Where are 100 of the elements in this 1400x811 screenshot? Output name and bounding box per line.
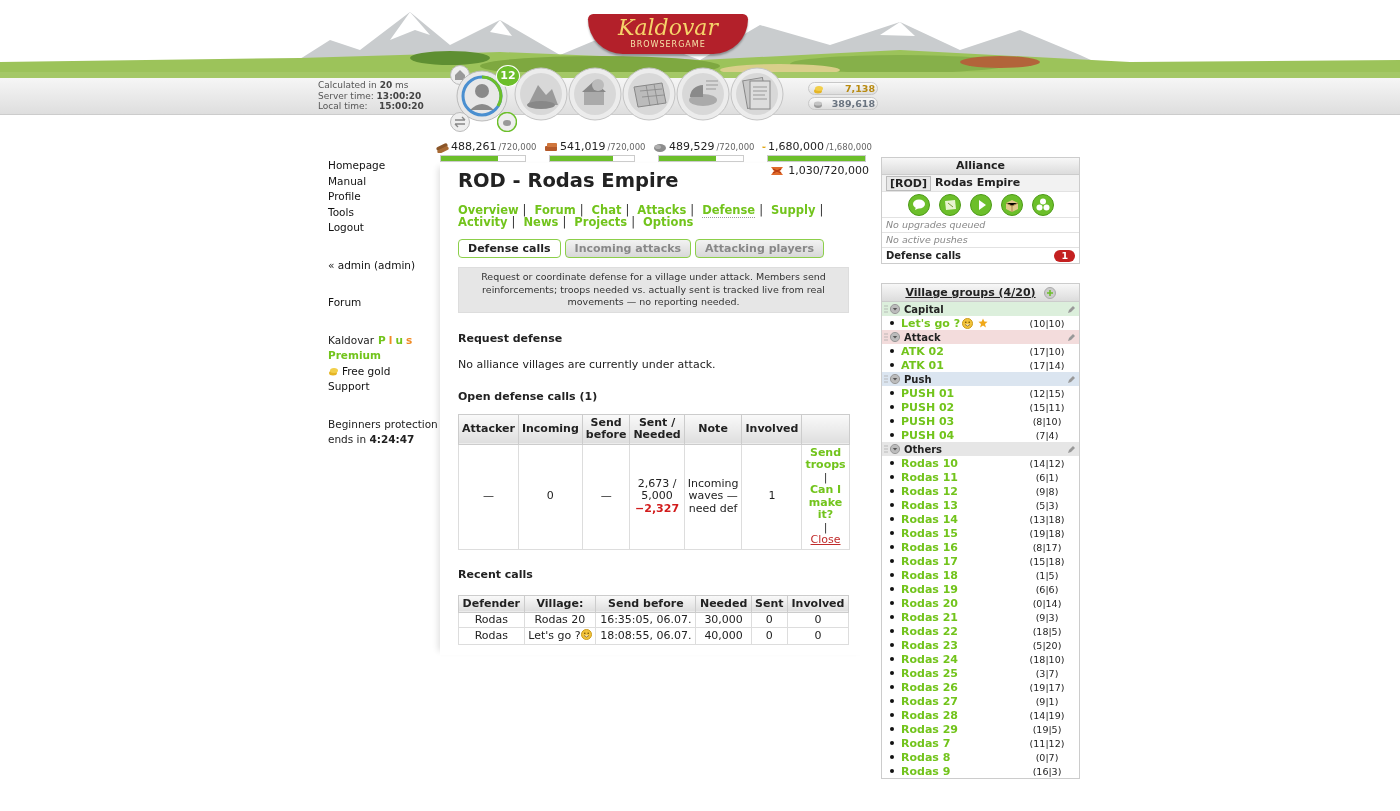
nav-link[interactable]: Overview [458,203,519,217]
pie-chart-icon[interactable] [676,67,730,121]
edit-icon[interactable] [1067,374,1076,384]
village-link[interactable]: PUSH 01 [901,386,955,400]
resource-amount: 1,680,000 [767,140,824,153]
column-header: Involved [741,414,802,444]
village-link[interactable]: Rodas 23 [901,638,958,652]
collapse-toggle-icon[interactable] [890,304,900,314]
edit-icon[interactable] [1067,332,1076,342]
bullet-icon [890,559,894,563]
village-link[interactable]: Rodas 13 [901,498,958,512]
column-header: Defender [458,595,525,612]
village-link[interactable]: Rodas 27 [901,694,958,708]
tab[interactable]: Attacking players [695,239,824,258]
edit-icon[interactable] [1067,444,1076,454]
village-link[interactable]: Rodas 24 [901,652,958,666]
village-link[interactable]: Rodas 16 [901,540,958,554]
bullet-icon [890,587,894,591]
village-link[interactable]: Rodas 19 [901,582,958,596]
table-cell: Rodas [458,612,525,628]
action-link[interactable]: Send troops [805,446,846,472]
trefoil-icon[interactable] [1031,193,1054,216]
village-coordinates: (0|7) [1034,751,1060,763]
add-icon[interactable] [1043,286,1056,299]
village-link[interactable]: Let's go ? [901,316,961,330]
swap-arrows-icon[interactable] [450,112,470,132]
village-link[interactable]: Rodas 21 [901,610,958,624]
crate-icon[interactable] [1000,193,1023,216]
nav-link[interactable]: Attacks [637,203,687,217]
village-link[interactable]: Rodas 26 [901,680,958,694]
nav-link[interactable]: Options [643,215,694,229]
collapse-toggle-icon[interactable] [890,374,900,384]
group-name: Attack [904,331,941,343]
village-coordinates: (14|19) [1028,709,1066,721]
village-link[interactable]: PUSH 04 [901,428,955,442]
premium-link[interactable]: Premium [328,348,438,364]
village-link[interactable]: Rodas 29 [901,722,958,736]
free-currency-link[interactable]: Free gold [342,363,391,379]
village-link[interactable]: Rodas 22 [901,624,958,638]
village-link[interactable]: ATK 02 [901,344,944,358]
village-link[interactable]: PUSH 02 [901,400,955,414]
mountain-icon[interactable] [514,67,568,121]
table-cell: 0 [751,612,788,628]
menu-link[interactable]: Tools [328,204,438,220]
action-link[interactable]: Can I make it? [805,484,846,522]
village-link[interactable]: Rodas 15 [901,526,958,540]
nav-link[interactable]: Forum [534,203,576,217]
house-icon[interactable] [568,67,622,121]
tab[interactable]: Defense calls [458,239,561,258]
account-link[interactable]: « admin (admin) [328,257,438,273]
village-link[interactable]: Rodas 9 [901,764,951,778]
village-link[interactable]: Rodas 11 [901,470,958,484]
village-coordinates: (5|3) [1034,499,1060,511]
village-link[interactable]: ATK 01 [901,358,944,372]
village-link[interactable]: Rodas 18 [901,568,958,582]
forum-link[interactable]: Forum [328,295,438,311]
bullet-icon [890,461,894,465]
map-icon[interactable] [938,193,961,216]
nav-link[interactable]: Chat [591,203,622,217]
play-icon[interactable] [969,193,992,216]
bullet-icon [890,727,894,731]
collapse-toggle-icon[interactable] [890,444,900,454]
menu-link[interactable]: Homepage [328,158,438,174]
bullet-icon [890,363,894,367]
separator: | [823,470,828,484]
village-coordinates: (8|10) [1031,415,1063,427]
menu-link[interactable]: Profile [328,189,438,205]
village-link[interactable]: Rodas 12 [901,484,958,498]
village-link[interactable]: PUSH 03 [901,414,955,428]
village-link[interactable]: Rodas 10 [901,456,958,470]
collapse-toggle-icon[interactable] [890,332,900,342]
village-link[interactable]: Rodas 25 [901,666,958,680]
bullet-icon [890,545,894,549]
nav-link[interactable]: Projects [574,215,628,229]
scroll-icon[interactable] [730,67,784,121]
nav-link[interactable]: Activity [458,215,508,229]
bullet-icon [890,573,894,577]
village-link[interactable]: Rodas 14 [901,512,958,526]
village-link[interactable]: Rodas 17 [901,554,958,568]
edit-icon[interactable] [1067,304,1076,314]
tab[interactable]: Incoming attacks [564,239,692,258]
menu-link[interactable]: Manual [328,173,438,189]
nav-link[interactable]: Supply [771,203,816,217]
map-icon[interactable] [622,67,676,121]
menu-link[interactable]: Logout [328,220,438,236]
village-link[interactable]: Rodas 7 [901,736,951,750]
status-note: No upgrades queued [882,218,1079,233]
stat-line: Calculated in 20 ms [318,80,410,91]
support-link[interactable]: Support [328,379,438,395]
close-link[interactable]: Close [810,534,841,547]
village-coordinates: (15|18) [1028,555,1066,567]
table-cell: 0 [787,627,849,644]
nav-link[interactable]: Defense [702,203,756,218]
village-link[interactable]: Rodas 28 [901,708,958,722]
coins-icon[interactable] [497,112,517,132]
sent-needed-value: 2,673 / 5,000 [636,477,678,503]
village-link[interactable]: Rodas 20 [901,596,958,610]
nav-link[interactable]: News [523,215,559,229]
village-link[interactable]: Rodas 8 [901,750,951,764]
speech-bubble-icon[interactable] [907,193,930,216]
